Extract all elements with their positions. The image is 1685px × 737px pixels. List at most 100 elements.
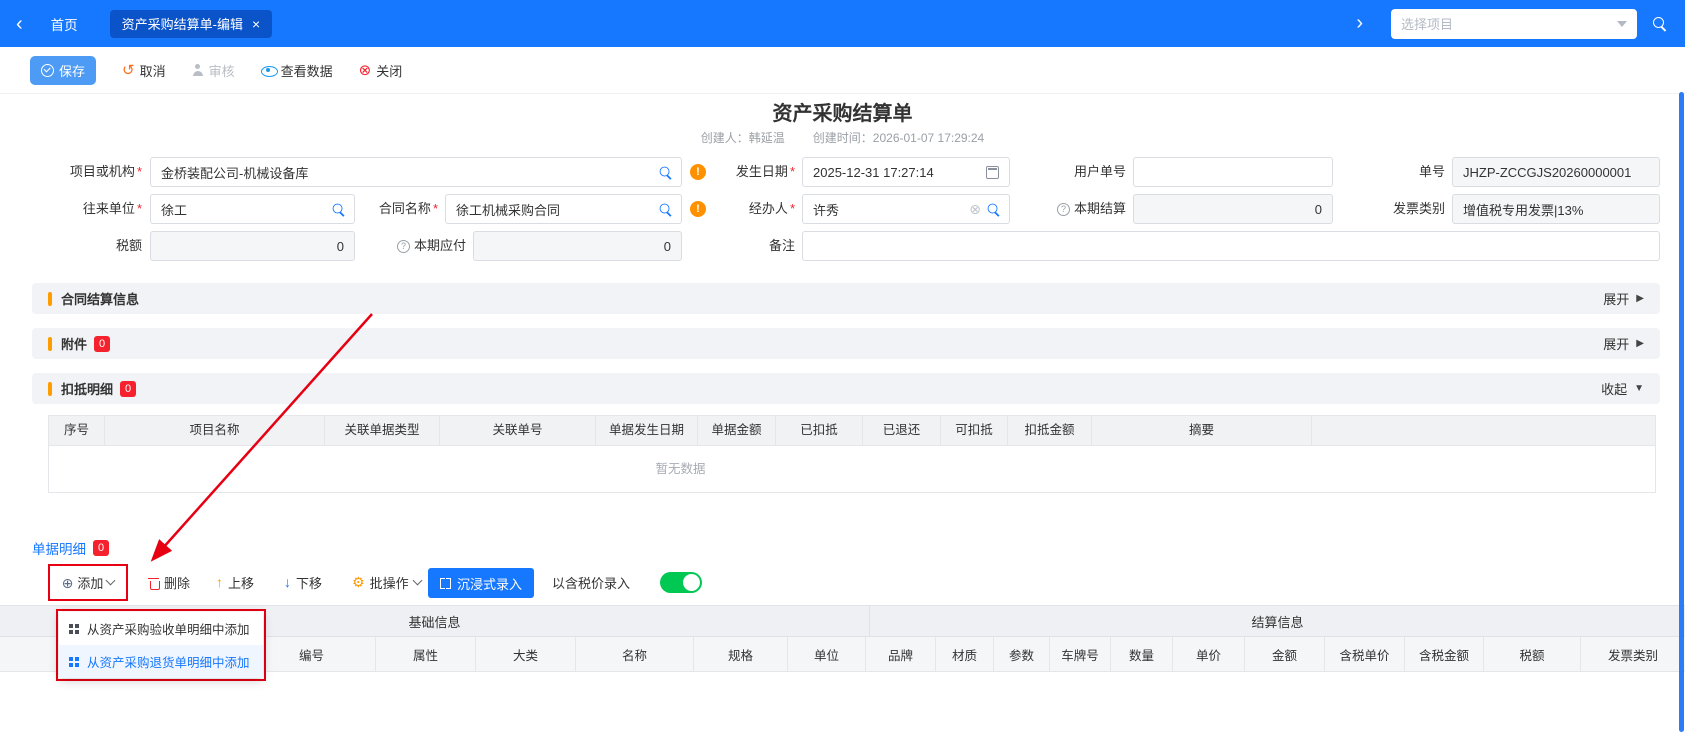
period-payable-label: ? 本期应付 (348, 231, 466, 261)
close-button[interactable]: ⊗ 关闭 (359, 61, 403, 80)
invoice-type-label: 发票类别 (1345, 194, 1445, 224)
doc-no-label: 单号 (1345, 157, 1445, 187)
vertical-scrollbar[interactable] (1679, 92, 1684, 732)
chevron-down-icon (106, 576, 116, 586)
section-accent (48, 337, 52, 351)
add-label: 添加 (77, 573, 103, 592)
col-header: 规格 (694, 637, 788, 672)
menu-item-add-from-return[interactable]: 从资产采购退货单明细中添加 (59, 645, 263, 678)
section-attachments[interactable]: 附件 0 展开 ▶ (32, 328, 1660, 359)
forward-icon[interactable]: › (1356, 12, 1363, 35)
move-up-button[interactable]: ↑ 上移 (216, 566, 254, 598)
group-header-settle: 结算信息 (870, 606, 1685, 637)
col-header: 发票类别 (1581, 637, 1685, 672)
delete-label: 删除 (164, 573, 190, 592)
collapse-arrow-icon: ▼ (1634, 383, 1644, 394)
lookup-search-icon[interactable] (660, 204, 671, 215)
collapse-toggle[interactable]: 收起 (1601, 379, 1627, 398)
undo-icon: ↺ (122, 63, 135, 78)
lookup-search-icon[interactable] (660, 167, 671, 178)
section-deduction[interactable]: 扣抵明细 0 收起 ▼ (32, 373, 1660, 404)
section-title: 扣抵明细 (61, 379, 113, 398)
view-data-label: 查看数据 (281, 61, 333, 80)
section-contract-settle[interactable]: 合同结算信息 展开 ▶ (32, 283, 1660, 314)
view-data-button[interactable]: 查看数据 (261, 61, 333, 80)
tax-price-toggle[interactable] (660, 572, 702, 593)
period-settle-label: ? 本期结算 (1008, 194, 1126, 224)
contract-input[interactable]: 徐工机械采购合同 (445, 194, 682, 224)
project-select-placeholder: 选择项目 (1401, 14, 1617, 33)
audit-label: 审核 (209, 61, 235, 80)
save-check-icon (41, 64, 54, 77)
col-header: 关联单号 (440, 416, 596, 445)
warning-icon: ! (690, 164, 706, 180)
immersive-entry-button[interactable]: 沉浸式录入 (428, 568, 534, 598)
org-input[interactable]: 金桥装配公司-机械设备库 (150, 157, 682, 187)
operator-input[interactable]: 许秀 ⊗ (802, 194, 1010, 224)
batch-operation-button[interactable]: ⚙ 批操作 (352, 566, 421, 598)
created-time-info: 创建时间：2026-01-07 17:29:24 (813, 129, 984, 146)
col-header: 单据发生日期 (596, 416, 698, 445)
remark-label: 备注 (710, 231, 795, 261)
back-icon[interactable]: ‹ (16, 14, 23, 34)
arrow-up-icon: ↑ (216, 575, 223, 589)
col-header: 名称 (576, 637, 694, 672)
col-header: 属性 (376, 637, 476, 672)
batch-label: 批操作 (370, 573, 409, 592)
tab-close-icon[interactable]: × (252, 17, 260, 31)
col-header: 扣抵金额 (1008, 416, 1092, 445)
asset-purchase-settlement-page: ‹ 首页 资产采购结算单-编辑 × › 选择项目 保存 ↺ 取消 审核 (0, 0, 1685, 737)
cancel-label: 取消 (140, 61, 166, 80)
col-header: 已扣抵 (776, 416, 863, 445)
save-button[interactable]: 保存 (30, 56, 96, 85)
user-no-input[interactable] (1133, 157, 1333, 187)
tab-active-settlement-edit[interactable]: 资产采购结算单-编辑 × (110, 10, 273, 38)
vendor-label: 往来单位* (28, 194, 142, 224)
remark-input[interactable] (802, 231, 1660, 261)
menu-item-add-from-acceptance[interactable]: 从资产采购验收单明细中添加 (59, 612, 263, 645)
move-down-button[interactable]: ↓ 下移 (284, 566, 322, 598)
arrow-down-icon: ↓ (284, 575, 291, 589)
grid-icon (69, 657, 79, 667)
tax-label: 税额 (28, 231, 142, 261)
help-icon: ? (397, 240, 410, 253)
tax-input: 0 (150, 231, 355, 261)
expand-toggle[interactable]: 展开 (1603, 289, 1629, 308)
date-input[interactable]: 2025-12-31 17:27:14 (802, 157, 1010, 187)
col-header: 材质 (936, 637, 994, 672)
audit-button[interactable]: 审核 (192, 61, 235, 80)
tab-home[interactable]: 首页 (51, 14, 78, 34)
period-settle-input: 0 (1133, 194, 1333, 224)
chevron-down-icon (412, 575, 422, 585)
help-icon: ? (1057, 203, 1070, 216)
tab-label: 资产采购结算单-编辑 (122, 14, 243, 33)
count-badge: 0 (94, 336, 110, 352)
cancel-button[interactable]: ↺ 取消 (122, 61, 166, 80)
vendor-input[interactable]: 徐工 (150, 194, 355, 224)
close-label: 关闭 (376, 61, 402, 80)
lookup-search-icon[interactable] (988, 204, 999, 215)
clear-icon[interactable]: ⊗ (969, 202, 981, 216)
count-badge: 0 (93, 540, 109, 556)
col-header: 参数 (994, 637, 1050, 672)
col-header: 摘要 (1092, 416, 1312, 445)
expand-toggle[interactable]: 展开 (1603, 334, 1629, 353)
project-select[interactable]: 选择项目 (1391, 9, 1637, 39)
annotation-box-menu: 从资产采购验收单明细中添加 从资产采购退货单明细中添加 (56, 609, 266, 681)
calendar-icon[interactable] (986, 166, 999, 179)
tax-entry-label: 以含税价录入 (552, 566, 630, 598)
invoice-type-input: 增值税专用发票|13% (1452, 194, 1660, 224)
operator-label: 经办人* (710, 194, 795, 224)
grid-icon (69, 624, 79, 634)
delete-button[interactable]: 删除 (148, 566, 190, 598)
date-label: 发生日期* (710, 157, 795, 187)
add-button[interactable]: ⊕ 添加 (62, 573, 115, 592)
move-down-label: 下移 (296, 573, 322, 592)
eye-icon (261, 66, 276, 75)
col-header: 单价 (1173, 637, 1245, 672)
add-dropdown-menu: 从资产采购验收单明细中添加 从资产采购退货单明细中添加 (59, 612, 263, 678)
search-icon[interactable] (1653, 17, 1667, 31)
col-header: 序号 (49, 416, 105, 445)
menu-item-label: 从资产采购验收单明细中添加 (87, 619, 250, 638)
top-navigation-bar: ‹ 首页 资产采购结算单-编辑 × › 选择项目 (0, 0, 1685, 47)
